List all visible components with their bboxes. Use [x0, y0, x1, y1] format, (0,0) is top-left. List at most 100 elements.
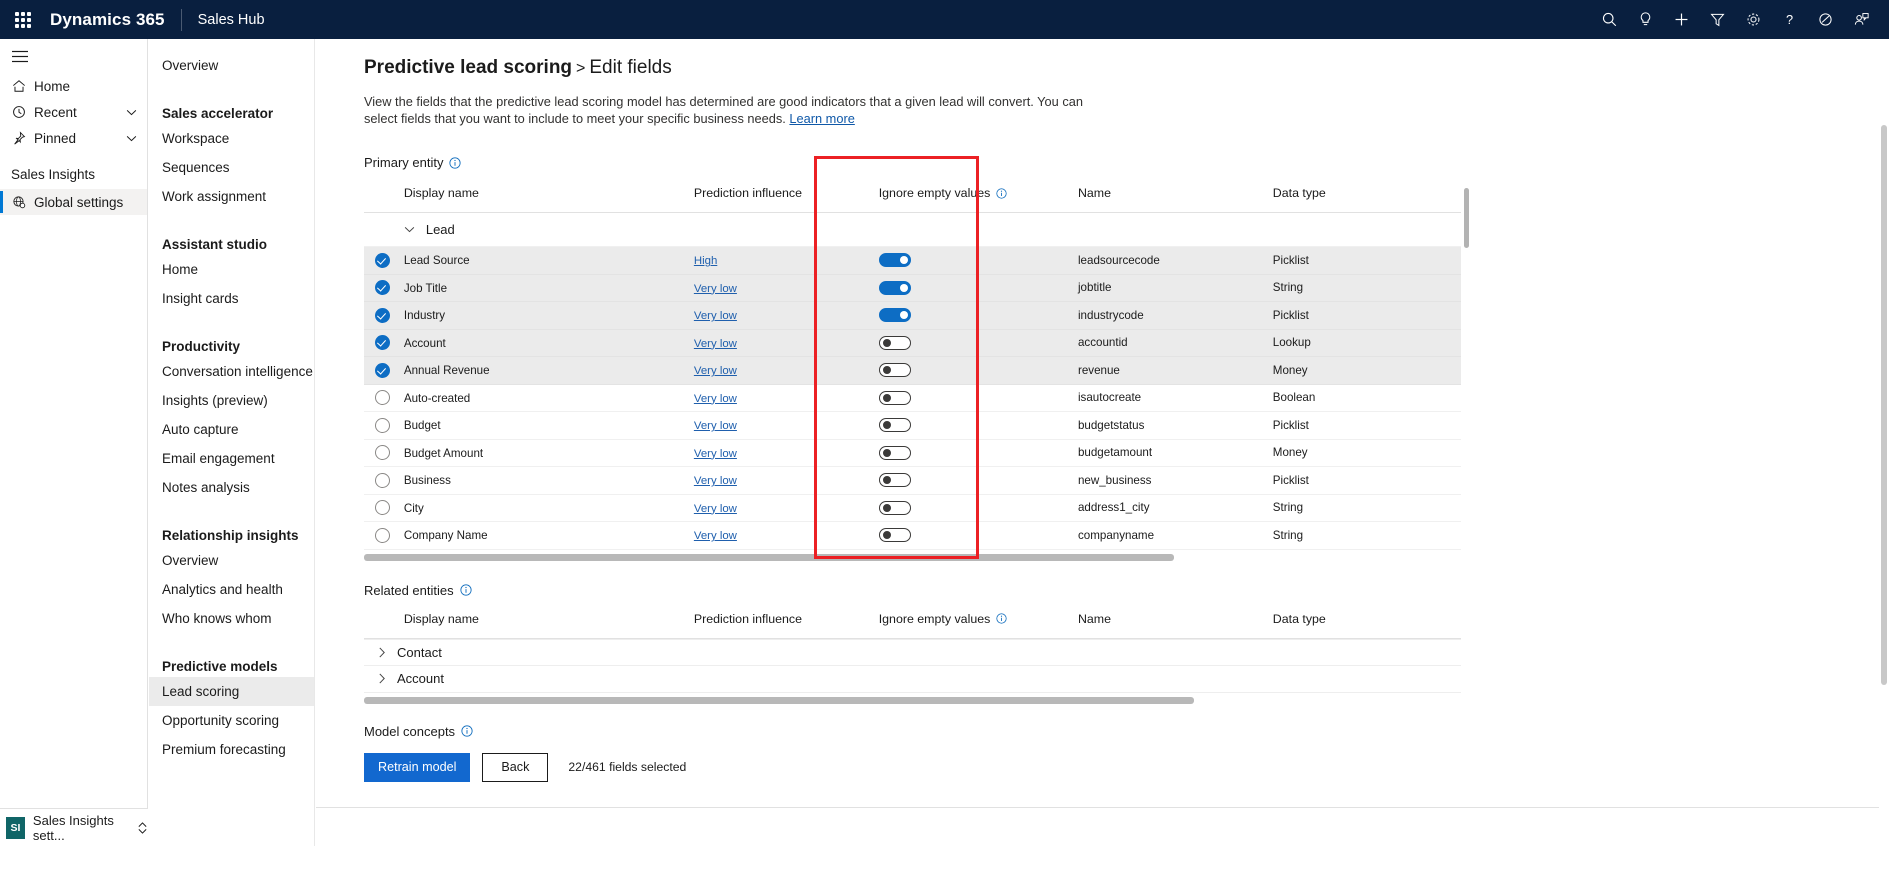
- row-select-cell[interactable]: [364, 246, 404, 275]
- header-data-type[interactable]: Data type: [1272, 180, 1461, 213]
- toggle-on[interactable]: [878, 253, 911, 268]
- table-row[interactable]: Budget Amount Very low budgetamount Money: [364, 439, 1461, 467]
- checkbox-unchecked-icon[interactable]: [375, 527, 390, 543]
- area-switcher[interactable]: SI Sales Insights sett...: [0, 808, 148, 846]
- primary-table-hscroll-track[interactable]: [364, 550, 1461, 561]
- toggle-off[interactable]: [878, 445, 911, 460]
- row-select-cell[interactable]: [364, 329, 404, 357]
- sidenav-item-overview[interactable]: Overview: [149, 546, 314, 575]
- chevron-down-icon[interactable]: [404, 226, 415, 233]
- table-row[interactable]: Account Very low accountid Lookup: [364, 329, 1461, 357]
- rail-item-global-settings[interactable]: Global settings: [0, 189, 147, 215]
- learn-more-link[interactable]: Learn more: [789, 111, 854, 126]
- gear-icon[interactable]: [1735, 0, 1771, 39]
- back-button[interactable]: Back: [482, 752, 549, 782]
- sidenav-item-analytics-and-health[interactable]: Analytics and health: [149, 575, 314, 604]
- checkbox-checked-icon[interactable]: [375, 307, 390, 323]
- prediction-influence-link[interactable]: Very low: [694, 448, 737, 460]
- related-header-data-type[interactable]: Data type: [1272, 605, 1461, 639]
- row-select-cell[interactable]: [364, 411, 404, 440]
- sidenav-item-home[interactable]: Home: [149, 255, 314, 284]
- rail-item-home[interactable]: Home: [0, 73, 147, 99]
- question-icon[interactable]: ?: [1771, 0, 1807, 39]
- sidenav-item-premium-forecasting[interactable]: Premium forecasting: [149, 735, 314, 764]
- checkbox-unchecked-icon[interactable]: [375, 445, 390, 461]
- user-assistant-icon[interactable]: [1843, 0, 1879, 39]
- chevron-down-icon[interactable]: [126, 135, 137, 142]
- cell-ignore-empty-values[interactable]: [878, 466, 1078, 495]
- sidenav-item-notes-analysis[interactable]: Notes analysis: [149, 473, 314, 502]
- sidenav-item-insights-preview-[interactable]: Insights (preview): [149, 386, 314, 415]
- toggle-off[interactable]: [878, 363, 911, 378]
- entity-group-row[interactable]: Lead: [364, 212, 1461, 247]
- row-select-cell[interactable]: [364, 274, 404, 302]
- info-icon[interactable]: [996, 187, 1007, 199]
- toggle-off[interactable]: [878, 390, 911, 405]
- cell-ignore-empty-values[interactable]: [878, 301, 1078, 330]
- cell-ignore-empty-values[interactable]: [878, 494, 1078, 522]
- page-scrollbar-thumb[interactable]: [1881, 125, 1887, 685]
- related-header-name[interactable]: Name: [1077, 605, 1273, 639]
- prediction-influence-link[interactable]: Very low: [694, 283, 737, 295]
- prediction-influence-link[interactable]: Very low: [694, 310, 737, 322]
- prediction-influence-link[interactable]: High: [694, 255, 717, 267]
- related-entity-group-row[interactable]: Account: [364, 666, 1461, 693]
- prediction-influence-link[interactable]: Very low: [694, 393, 737, 405]
- sidenav-item-who-knows-whom[interactable]: Who knows whom: [149, 604, 314, 633]
- toggle-on[interactable]: [878, 308, 911, 323]
- table-row[interactable]: Lead Source High leadsourcecode Picklist: [364, 246, 1461, 275]
- app-name-label[interactable]: Sales Hub: [198, 12, 265, 28]
- related-header-ignore-empty-values[interactable]: Ignore empty values: [878, 605, 1078, 639]
- toggle-off[interactable]: [878, 418, 911, 433]
- page-scrollbar[interactable]: [1879, 39, 1889, 846]
- checkbox-checked-icon[interactable]: [375, 252, 390, 268]
- area-switcher-icon[interactable]: [137, 821, 148, 834]
- rail-item-recent[interactable]: Recent: [0, 99, 147, 125]
- primary-table-vscroll-thumb[interactable]: [1464, 188, 1469, 248]
- cell-ignore-empty-values[interactable]: [878, 246, 1078, 275]
- prediction-influence-link[interactable]: Very low: [694, 420, 737, 432]
- sidenav-item-lead-scoring[interactable]: Lead scoring: [149, 677, 314, 706]
- cell-ignore-empty-values[interactable]: [878, 329, 1078, 357]
- prediction-influence-link[interactable]: Very low: [694, 503, 737, 515]
- row-select-cell[interactable]: [364, 439, 404, 467]
- checkbox-checked-icon[interactable]: [375, 335, 390, 351]
- checkbox-checked-icon[interactable]: [375, 280, 390, 296]
- sidenav-item-work-assignment[interactable]: Work assignment: [149, 182, 314, 211]
- cell-ignore-empty-values[interactable]: [878, 384, 1078, 412]
- cell-ignore-empty-values[interactable]: [878, 439, 1078, 467]
- checkbox-unchecked-icon[interactable]: [375, 390, 390, 406]
- sidenav-item-overview[interactable]: Overview: [149, 51, 314, 80]
- checkbox-unchecked-icon[interactable]: [375, 417, 390, 433]
- checkbox-checked-icon[interactable]: [375, 362, 390, 378]
- row-select-cell[interactable]: [364, 521, 404, 550]
- related-entity-group-row[interactable]: Contact: [364, 638, 1461, 666]
- diagnostics-icon[interactable]: [1807, 0, 1843, 39]
- info-icon[interactable]: [449, 156, 462, 169]
- header-ignore-empty-values[interactable]: Ignore empty values: [878, 180, 1078, 213]
- row-select-cell[interactable]: [364, 466, 404, 495]
- info-icon[interactable]: [460, 584, 472, 596]
- prediction-influence-link[interactable]: Very low: [694, 365, 737, 377]
- sidenav-item-conversation-intelligence[interactable]: Conversation intelligence: [149, 357, 314, 386]
- table-row[interactable]: Auto-created Very low isautocreate Boolean: [364, 384, 1461, 412]
- info-icon[interactable]: [996, 613, 1007, 624]
- header-prediction-influence[interactable]: Prediction influence: [693, 180, 879, 213]
- toggle-on[interactable]: [878, 280, 911, 295]
- prediction-influence-link[interactable]: Very low: [694, 530, 737, 542]
- prediction-influence-link[interactable]: Very low: [694, 475, 737, 487]
- sidenav-item-sequences[interactable]: Sequences: [149, 153, 314, 182]
- toggle-off[interactable]: [878, 528, 911, 543]
- sidenav-item-auto-capture[interactable]: Auto capture: [149, 415, 314, 444]
- prediction-influence-link[interactable]: Very low: [694, 338, 737, 350]
- cell-ignore-empty-values[interactable]: [878, 274, 1078, 302]
- chevron-right-icon[interactable]: [378, 673, 386, 684]
- header-name[interactable]: Name: [1077, 180, 1273, 213]
- chevron-down-icon[interactable]: [126, 109, 137, 116]
- cell-ignore-empty-values[interactable]: [878, 356, 1078, 385]
- table-row[interactable]: Job Title Very low jobtitle String: [364, 274, 1461, 302]
- toggle-off[interactable]: [878, 335, 911, 350]
- checkbox-unchecked-icon[interactable]: [375, 472, 390, 488]
- related-table-hscroll-track[interactable]: [364, 693, 1461, 704]
- table-row[interactable]: Business Very low new_business Picklist: [364, 466, 1461, 495]
